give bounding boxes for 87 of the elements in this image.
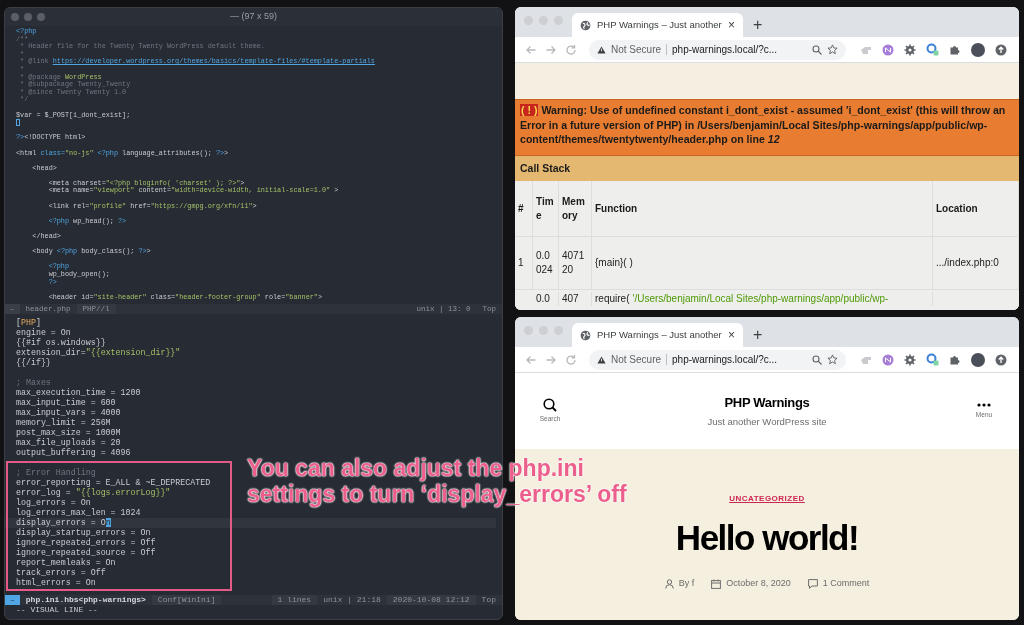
code-line: max_file_uploads = 20 (15, 438, 121, 448)
date-link[interactable]: October 8, 2020 (726, 577, 791, 591)
code-line: error_log = "{{logs.errorLog}}" (15, 488, 171, 498)
function-name: require( (595, 292, 630, 306)
zoom-icon[interactable] (812, 44, 822, 55)
code-line: ignore_repeated_errors = Off (15, 538, 156, 548)
file-path: '/Users/benjamin/Local Sites/php-warnings/app/public/wp- (632, 292, 889, 306)
zoom-icon[interactable] (812, 354, 822, 365)
globe-icon[interactable] (580, 19, 591, 31)
site-tagline: Just another WordPress site (707, 415, 827, 430)
security-label: Not Secure (611, 43, 662, 57)
mode-indicator: – (5, 595, 20, 605)
more-icon[interactable] (977, 402, 991, 407)
code-line: memory_limit = 256M (15, 418, 111, 428)
site-title[interactable]: PHP Warnings (724, 392, 810, 413)
code-line: max_input_vars = 4000 (15, 408, 121, 418)
timestamp: 2020-10-08 12:12 (386, 595, 476, 605)
code-text: display_errors = O (16, 518, 106, 527)
warning-icon[interactable] (597, 45, 606, 54)
code-line: max_input_time = 600 (15, 398, 116, 408)
address-bar[interactable]: Not Secure php-warnings.local/?c... (589, 39, 846, 60)
security-label: Not Secure (611, 353, 662, 367)
code-line: html_errors = On (15, 578, 96, 588)
warning-badge: ( ! ) (520, 104, 539, 116)
search-icon[interactable] (543, 398, 557, 413)
ring-icon[interactable] (926, 43, 939, 56)
globe-icon[interactable] (580, 329, 591, 341)
window-title: — (97 x 59) (230, 10, 277, 24)
extension-icon[interactable] (882, 43, 894, 56)
file-type: Conf[WinIni] (151, 595, 222, 605)
arrow-circle-icon[interactable] (995, 353, 1007, 366)
warning-icon[interactable] (597, 355, 606, 364)
address-bar[interactable]: Not Secure php-warnings.local/?c... (589, 349, 846, 370)
code-line: track_errors = Off (15, 568, 106, 578)
close-button[interactable]: × (728, 329, 735, 341)
code-line: ; Error Handling (15, 468, 96, 478)
gear-icon[interactable] (904, 353, 916, 366)
extension-icon[interactable] (882, 353, 894, 366)
code-line: log_errors_max_len = 1024 (15, 508, 141, 518)
code-line: max_execution_time = 1200 (15, 388, 141, 398)
table-cell: 0.0 (533, 292, 559, 306)
ring-icon[interactable] (926, 353, 939, 366)
puzzle-icon[interactable] (949, 43, 961, 56)
table-cell: 407 (559, 292, 592, 306)
avatar[interactable] (971, 42, 985, 57)
gear-icon[interactable] (904, 43, 916, 56)
code-line: ignore_repeated_source = Off (15, 548, 156, 558)
comments-link[interactable]: 1 Comment (822, 577, 870, 591)
code-line: extension_dir="{{extension_dir}}" (15, 348, 181, 358)
file-name: php.ini.hbs<php-warnings> (24, 595, 147, 605)
selection-count: 1 lines (271, 595, 318, 605)
call-stack-heading: Call Stack (515, 156, 1019, 181)
person-icon[interactable] (664, 578, 674, 589)
code-line: post_max_size = 1000M (15, 428, 121, 438)
puzzle-icon[interactable] (949, 353, 961, 366)
category-link[interactable]: UNCATEGORIZED (729, 493, 805, 505)
url-text: php-warnings.local/?c... (672, 353, 779, 367)
star-icon[interactable] (827, 44, 838, 55)
code-line: output_buffering = 4096 (15, 448, 131, 458)
new-tab-button[interactable]: + (753, 17, 763, 33)
code-line: display_startup_errors = On (15, 528, 151, 538)
text-cursor (16, 119, 20, 127)
cursor-position: unix | 21:18 (322, 595, 382, 605)
star-icon[interactable] (827, 354, 838, 365)
scroll-position: Top (480, 595, 497, 605)
code-line: {{#if os.windows}} (15, 338, 106, 348)
author-link[interactable]: By f (678, 577, 695, 591)
command-line: -- VISUAL LINE -- (15, 605, 99, 615)
code-line: ; Maxes (15, 378, 51, 388)
comment-icon[interactable] (807, 578, 818, 589)
code-line: error_reporting = E_ALL & ~E_DEPRECATED (15, 478, 211, 488)
new-tab-button[interactable]: + (753, 327, 763, 343)
text-cursor: n (105, 518, 111, 527)
code-line: {{/if}} (15, 358, 51, 368)
browser-tab[interactable]: PHP Warnings – Just another × (572, 323, 743, 347)
warning-message: ( ! ) Warning: Use of undefined constant i_dont_exist - assumed 'i_dont_exist' (this will throw an Error in a future version of PHP) in /Users/benjamin/Local Sites/php-warnings/app/public/wp-content/themes/twentytwenty/header.php on line 12 (515, 99, 1019, 156)
code-line: engine = On (15, 328, 71, 338)
avatar[interactable] (971, 352, 985, 367)
code-line: [PHP] (15, 318, 41, 328)
post-title: Hello world! (675, 519, 859, 557)
browser-tab[interactable]: PHP Warnings – Just another × (572, 13, 743, 37)
calendar-icon[interactable] (711, 578, 722, 589)
arrow-circle-icon[interactable] (995, 43, 1007, 56)
code-line: log_errors = On (15, 498, 91, 508)
code-line: report_memleaks = On (15, 558, 116, 568)
close-button[interactable]: × (728, 19, 735, 31)
url-text: php-warnings.local/?c... (672, 43, 779, 57)
